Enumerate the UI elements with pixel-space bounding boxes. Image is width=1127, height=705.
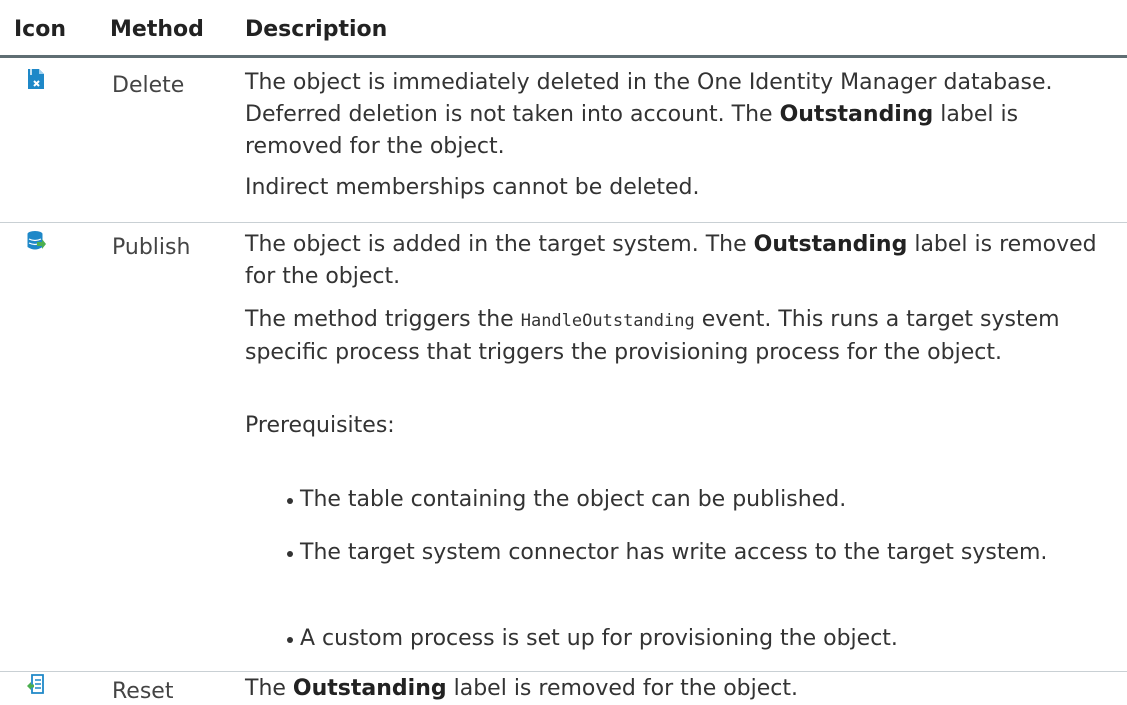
publish-icon	[26, 230, 46, 252]
list-item: The table containing the object can be p…	[287, 484, 1090, 516]
header-icon: Icon	[14, 17, 67, 42]
header-method: Method	[110, 17, 204, 42]
row-divider	[0, 222, 1127, 223]
description-paragraph: The Outstanding label is removed for the…	[245, 676, 799, 701]
description-paragraph: Indirect memberships cannot be deleted.	[245, 175, 700, 200]
bullet-icon	[287, 498, 293, 504]
delete-icon	[26, 68, 46, 90]
bullet-icon	[287, 551, 293, 557]
row-divider	[0, 671, 1127, 672]
reset-icon	[26, 674, 46, 696]
description-paragraph: The object is immediately deleted in the…	[245, 70, 1053, 159]
list-item: A custom process is set up for provision…	[287, 623, 1090, 655]
prerequisites-heading: Prerequisites:	[245, 413, 395, 438]
outstanding-label: Outstanding	[779, 102, 934, 127]
method-label: Delete	[112, 73, 185, 98]
list-item: The target system connector has write ac…	[287, 537, 1090, 569]
method-label: Reset	[112, 679, 174, 704]
description-paragraph: The method triggers the HandleOutstandin…	[245, 307, 1060, 365]
bullet-icon	[287, 637, 293, 643]
outstanding-label: Outstanding	[753, 232, 908, 257]
description-paragraph: The object is added in the target system…	[245, 232, 1097, 289]
header-rule	[0, 55, 1127, 58]
outstanding-label: Outstanding	[292, 676, 447, 701]
method-label: Publish	[112, 235, 191, 260]
header-description: Description	[245, 17, 388, 42]
event-name-code: HandleOutstanding	[520, 311, 695, 331]
